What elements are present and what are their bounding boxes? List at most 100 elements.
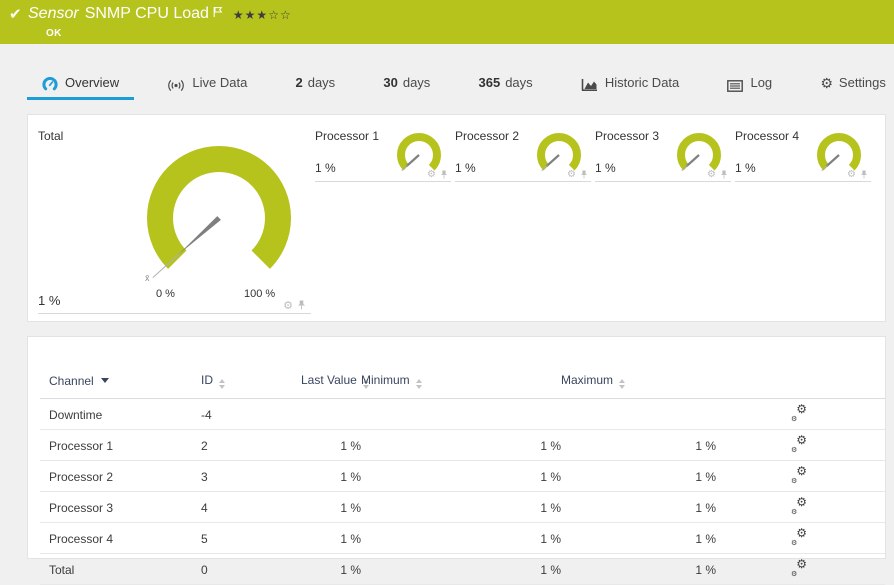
tab-settings[interactable]: ⚙ Settings <box>818 44 888 100</box>
tab-unit: days <box>308 75 335 90</box>
channel-gear-icon[interactable]: ⚙ <box>847 170 856 180</box>
cell-channel[interactable]: Downtime <box>40 399 201 430</box>
gauge-value: 1 % <box>735 161 756 175</box>
cell-channel[interactable]: Processor 2 <box>40 461 201 492</box>
gauge-cell-processor-4: Processor 4 1 % ⚙ <box>735 127 871 182</box>
cell-id: 3 <box>201 461 301 492</box>
cell-last-value: 1 % <box>301 461 361 492</box>
flag-icon <box>213 4 223 24</box>
pin-icon[interactable] <box>720 169 728 180</box>
channel-settings-icon[interactable]: ⚙⚙ <box>791 530 807 544</box>
cell-last-value <box>301 399 361 430</box>
cell-minimum: 1 % <box>361 461 561 492</box>
channel-settings-icon[interactable]: ⚙⚙ <box>791 499 807 513</box>
cell-channel[interactable]: Total <box>40 554 201 585</box>
gauge-value: 1 % <box>455 161 476 175</box>
gauge-tools: ⚙ <box>847 169 868 180</box>
sort-arrows-icon <box>416 379 422 389</box>
mean-marker: x̄ <box>145 273 150 283</box>
tab-log[interactable]: Log <box>725 44 774 100</box>
cell-id: 2 <box>201 430 301 461</box>
channel-settings-icon[interactable]: ⚙⚙ <box>791 437 807 451</box>
gauge-value: 1 % <box>38 293 60 308</box>
pin-icon[interactable] <box>860 169 868 180</box>
sort-desc-icon <box>101 378 109 383</box>
table-row-processor-3: Processor 3 4 1 % 1 % 1 % ⚙⚙ <box>40 492 885 523</box>
cell-minimum <box>361 399 561 430</box>
cell-channel[interactable]: Processor 4 <box>40 523 201 554</box>
channel-settings-icon[interactable]: ⚙⚙ <box>791 561 807 575</box>
cell-id: 0 <box>201 554 301 585</box>
status-ok-check-icon: ✔ <box>9 5 22 23</box>
cell-channel[interactable]: Processor 3 <box>40 492 201 523</box>
log-icon <box>727 80 743 92</box>
tab-live-data[interactable]: Live Data <box>165 44 249 100</box>
historic-data-icon <box>581 78 598 92</box>
channel-gear-icon[interactable]: ⚙ <box>427 170 436 180</box>
sensor-tabbar: Overview Live Data 2 days 30 days 365 da… <box>0 44 894 100</box>
cell-maximum: 1 % <box>561 523 716 554</box>
gauge-title: Processor 3 <box>595 129 659 143</box>
sensor-status-badge: OK <box>46 28 62 39</box>
cell-last-value: 1 % <box>301 430 361 461</box>
stars-empty[interactable]: ☆☆ <box>268 8 292 22</box>
gauge-tools: ⚙ <box>567 169 588 180</box>
tab-number: 365 <box>479 75 501 90</box>
channel-table: Channel ID Last Value Minimum Maximum Do… <box>40 361 885 585</box>
gauge-cell-total: Total x̄ 1 % 0 % 100 % ⚙ <box>38 127 311 314</box>
cell-maximum: 1 % <box>561 430 716 461</box>
cell-channel[interactable]: Processor 1 <box>40 430 201 461</box>
cell-id: -4 <box>201 399 301 430</box>
cell-maximum <box>561 399 716 430</box>
channel-table-panel: Channel ID Last Value Minimum Maximum Do… <box>27 336 886 559</box>
priority-star-rating[interactable]: ★★★☆☆ <box>233 5 292 25</box>
pin-icon[interactable] <box>580 169 588 180</box>
gauge-cell-processor-3: Processor 3 1 % ⚙ <box>595 127 731 182</box>
tab-label: Live Data <box>192 75 247 90</box>
cell-minimum: 1 % <box>361 523 561 554</box>
column-header-id[interactable]: ID <box>201 361 301 399</box>
channel-gear-icon[interactable]: ⚙ <box>283 300 293 311</box>
tab-overview[interactable]: Overview <box>40 44 121 100</box>
tab-unit: days <box>403 75 430 90</box>
table-row-processor-4: Processor 4 5 1 % 1 % 1 % ⚙⚙ <box>40 523 885 554</box>
column-header-channel[interactable]: Channel <box>40 361 201 399</box>
tab-label: Historic Data <box>605 75 679 90</box>
gauge-tools: ⚙ <box>707 169 728 180</box>
tab-2-days[interactable]: 2 days <box>293 44 337 100</box>
column-header-maximum[interactable]: Maximum <box>561 361 716 399</box>
channel-settings-icon[interactable]: ⚙⚙ <box>791 406 807 420</box>
tab-30-days[interactable]: 30 days <box>381 44 432 100</box>
cell-id: 4 <box>201 492 301 523</box>
total-gauge <box>144 143 294 293</box>
column-header-last-value[interactable]: Last Value <box>301 361 361 399</box>
table-row-total: Total 0 1 % 1 % 1 % ⚙⚙ <box>40 554 885 585</box>
gauge-cell-processor-2: Processor 2 1 % ⚙ <box>455 127 591 182</box>
gauge-title: Processor 1 <box>315 129 379 143</box>
gauge-value: 1 % <box>315 161 336 175</box>
pin-icon[interactable] <box>297 299 306 311</box>
table-row-processor-2: Processor 2 3 1 % 1 % 1 % ⚙⚙ <box>40 461 885 492</box>
gauge-cell-processor-1: Processor 1 1 % ⚙ <box>315 127 451 182</box>
pin-icon[interactable] <box>440 169 448 180</box>
channel-gear-icon[interactable]: ⚙ <box>707 170 716 180</box>
tab-label: Settings <box>839 75 886 90</box>
prtg-sensor-page: { "colors": { "status_ok_green": "#b6c31… <box>0 0 894 561</box>
table-row-processor-1: Processor 1 2 1 % 1 % 1 % ⚙⚙ <box>40 430 885 461</box>
sensor-header: ✔ Sensor SNMP CPU Load ★★★☆☆ OK <box>0 0 894 44</box>
page-title: SNMP CPU Load <box>85 4 209 24</box>
gauge-title: Total <box>38 129 63 143</box>
channel-settings-icon[interactable]: ⚙⚙ <box>791 468 807 482</box>
cell-last-value: 1 % <box>301 523 361 554</box>
tab-365-days[interactable]: 365 days <box>477 44 535 100</box>
channel-gear-icon[interactable]: ⚙ <box>567 170 576 180</box>
stars-filled[interactable]: ★★★ <box>233 8 268 22</box>
column-header-minimum[interactable]: Minimum <box>361 361 561 399</box>
cell-last-value: 1 % <box>301 554 361 585</box>
gauge-title: Processor 2 <box>455 129 519 143</box>
gauge-icon <box>42 77 58 92</box>
gauge-tools: ⚙ <box>283 299 306 311</box>
cell-maximum: 1 % <box>561 461 716 492</box>
tab-label: Overview <box>65 75 119 90</box>
tab-historic-data[interactable]: Historic Data <box>579 44 681 100</box>
